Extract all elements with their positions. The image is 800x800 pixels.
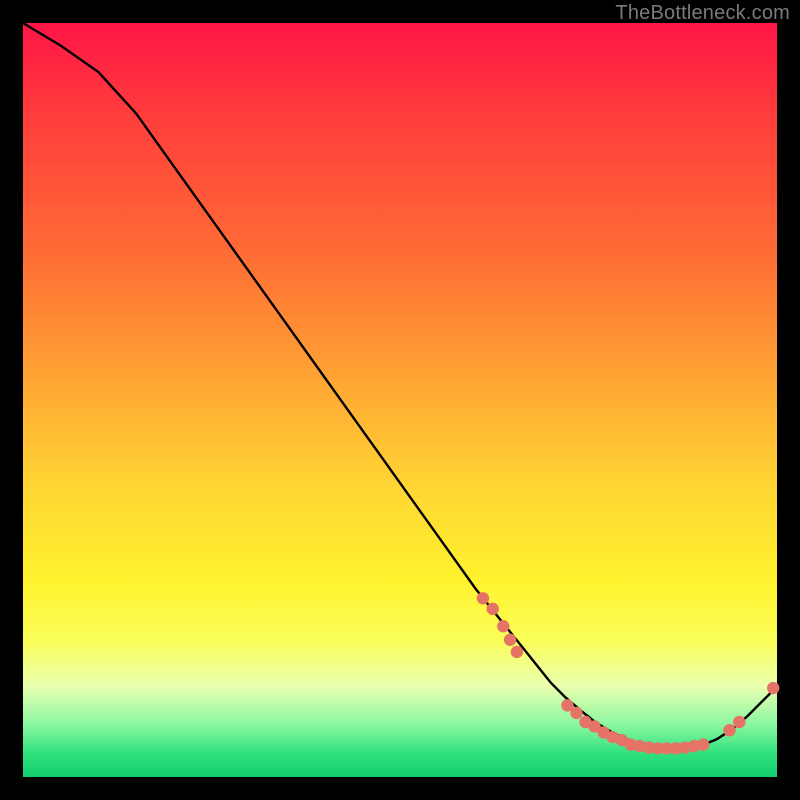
data-marker [504,634,516,646]
chart-frame: TheBottleneck.com [0,0,800,800]
data-marker [767,682,779,694]
data-marker [697,738,709,750]
data-marker [477,592,489,604]
plot-area [23,23,777,777]
curve-markers [477,592,780,754]
data-marker [733,716,745,728]
curve-line [23,23,777,749]
data-marker [511,646,523,658]
data-marker [723,724,735,736]
chart-svg [23,23,777,777]
watermark-text: TheBottleneck.com [615,2,790,25]
data-marker [570,707,582,719]
data-marker [487,603,499,615]
data-marker [497,620,509,632]
